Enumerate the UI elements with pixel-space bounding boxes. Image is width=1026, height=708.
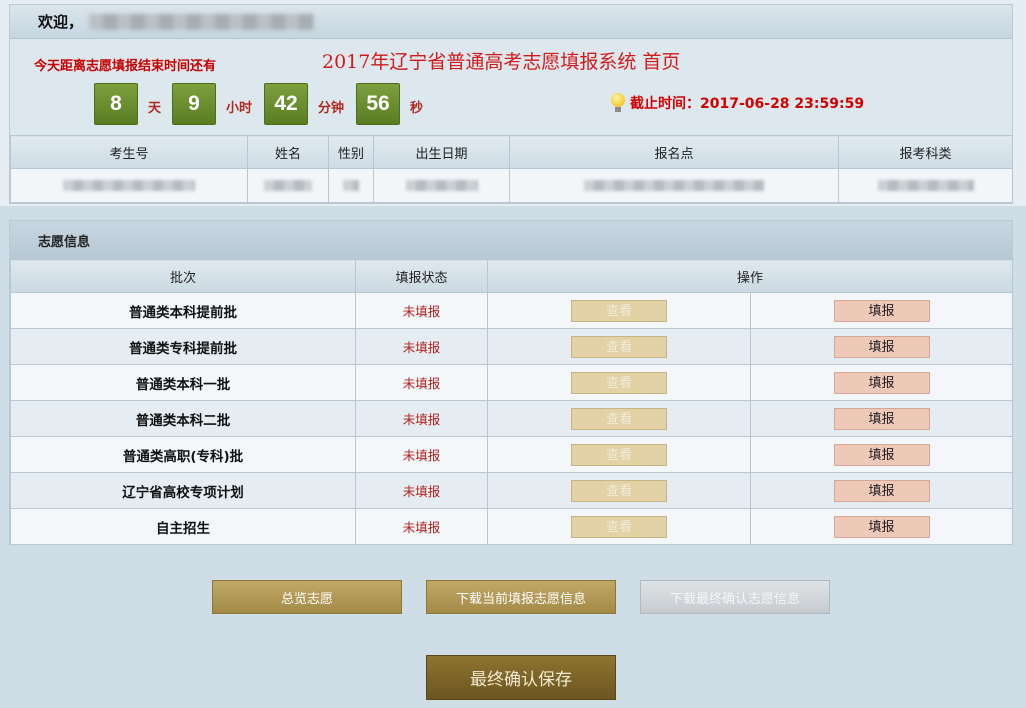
- countdown-days-unit: 天: [148, 101, 162, 116]
- fill-button[interactable]: 填报: [833, 335, 930, 358]
- fill-button[interactable]: 填报: [833, 299, 930, 322]
- status-badge: 未填报: [355, 328, 488, 365]
- gender-redacted: [328, 168, 374, 203]
- view-button[interactable]: 查看: [571, 407, 667, 430]
- fill-button[interactable]: 填报: [833, 515, 930, 538]
- table-row: 普通类专科提前批 未填报 查看 填报: [10, 328, 1014, 365]
- table-row: 普通类高职(专科)批 未填报 查看 填报: [10, 436, 1014, 473]
- name-redacted: [247, 168, 329, 203]
- volunteer-panel: 志愿信息 批次 填报状态 操作 普通类本科提前批 未填报 查看 填报 普通类专科…: [9, 220, 1014, 545]
- countdown-hours: 9: [172, 83, 216, 125]
- exam-number-redacted: [10, 168, 248, 203]
- col-subject-category: 报考科类: [838, 135, 1013, 169]
- col-gender: 性别: [328, 135, 374, 169]
- batch-name: 普通类高职(专科)批: [10, 436, 356, 473]
- col-registration-site: 报名点: [509, 135, 839, 169]
- col-operation: 操作: [486, 259, 1014, 293]
- lightbulb-icon: [610, 93, 626, 113]
- countdown-area: 今天距离志愿填报结束时间还有 2017年辽宁省普通高考志愿填报系统 首页 8 天…: [10, 39, 1012, 133]
- birthdate-redacted: [373, 168, 510, 203]
- volunteer-table: 批次 填报状态 操作 普通类本科提前批 未填报 查看 填报 普通类专科提前批 未…: [10, 259, 1014, 545]
- status-badge: 未填报: [355, 508, 488, 545]
- col-birthdate: 出生日期: [373, 135, 510, 169]
- fill-button[interactable]: 填报: [833, 443, 930, 466]
- view-button[interactable]: 查看: [571, 443, 667, 466]
- batch-name: 辽宁省高校专项计划: [10, 472, 356, 509]
- user-name-redacted: [89, 13, 315, 30]
- table-row: 辽宁省高校专项计划 未填报 查看 填报: [10, 472, 1014, 509]
- view-button[interactable]: 查看: [571, 479, 667, 502]
- countdown-minutes: 42: [264, 83, 308, 125]
- batch-name: 普通类本科提前批: [10, 292, 356, 329]
- col-exam-number: 考生号: [10, 135, 248, 169]
- status-badge: 未填报: [355, 436, 488, 473]
- col-status: 填报状态: [355, 259, 488, 293]
- welcome-bar: 欢迎，: [10, 5, 1012, 39]
- table-row: 自主招生 未填报 查看 填报: [10, 508, 1014, 545]
- countdown-minutes-unit: 分钟: [318, 101, 345, 116]
- download-final-button[interactable]: 下载最终确认志愿信息: [640, 580, 830, 614]
- col-name: 姓名: [247, 135, 329, 169]
- batch-name: 普通类专科提前批: [10, 328, 356, 365]
- fill-button[interactable]: 填报: [833, 479, 930, 502]
- countdown-label: 今天距离志愿填报结束时间还有: [34, 59, 217, 74]
- registration-site-redacted: [509, 168, 839, 203]
- subject-category-redacted: [838, 168, 1013, 203]
- status-badge: 未填报: [355, 400, 488, 437]
- batch-name: 自主招生: [10, 508, 356, 545]
- view-button[interactable]: 查看: [571, 299, 667, 322]
- fill-button[interactable]: 填报: [833, 371, 930, 394]
- status-badge: 未填报: [355, 364, 488, 401]
- status-badge: 未填报: [355, 472, 488, 509]
- page-title: 2017年辽宁省普通高考志愿填报系统 首页: [322, 51, 681, 73]
- table-row: 普通类本科二批 未填报 查看 填报: [10, 400, 1014, 437]
- view-button[interactable]: 查看: [571, 515, 667, 538]
- table-row: 普通类本科一批 未填报 查看 填报: [10, 364, 1014, 401]
- student-info-table: 考生号 姓名 性别 出生日期 报名点 报考科类: [10, 135, 1013, 203]
- deadline-text: 截止时间：2017-06-28 23:59:59: [630, 96, 865, 112]
- overview-button[interactable]: 总览志愿: [212, 580, 402, 614]
- header-panel: 欢迎， 今天距离志愿填报结束时间还有 2017年辽宁省普通高考志愿填报系统 首页…: [9, 4, 1013, 204]
- welcome-label: 欢迎，: [38, 13, 84, 31]
- col-batch: 批次: [10, 259, 356, 293]
- countdown-hours-unit: 小时: [226, 101, 253, 116]
- status-badge: 未填报: [355, 292, 488, 329]
- countdown-seconds: 56: [356, 83, 400, 125]
- final-confirm-button[interactable]: 最终确认保存: [426, 655, 616, 700]
- table-row: 普通类本科提前批 未填报 查看 填报: [10, 292, 1014, 329]
- batch-name: 普通类本科一批: [10, 364, 356, 401]
- batch-name: 普通类本科二批: [10, 400, 356, 437]
- view-button[interactable]: 查看: [571, 371, 667, 394]
- countdown-seconds-unit: 秒: [410, 101, 424, 116]
- countdown-days: 8: [94, 83, 138, 125]
- deadline: 截止时间：2017-06-28 23:59:59: [610, 93, 864, 113]
- fill-button[interactable]: 填报: [833, 407, 930, 430]
- download-current-button[interactable]: 下载当前填报志愿信息: [426, 580, 616, 614]
- section-title: 志愿信息: [10, 221, 1012, 259]
- view-button[interactable]: 查看: [571, 335, 667, 358]
